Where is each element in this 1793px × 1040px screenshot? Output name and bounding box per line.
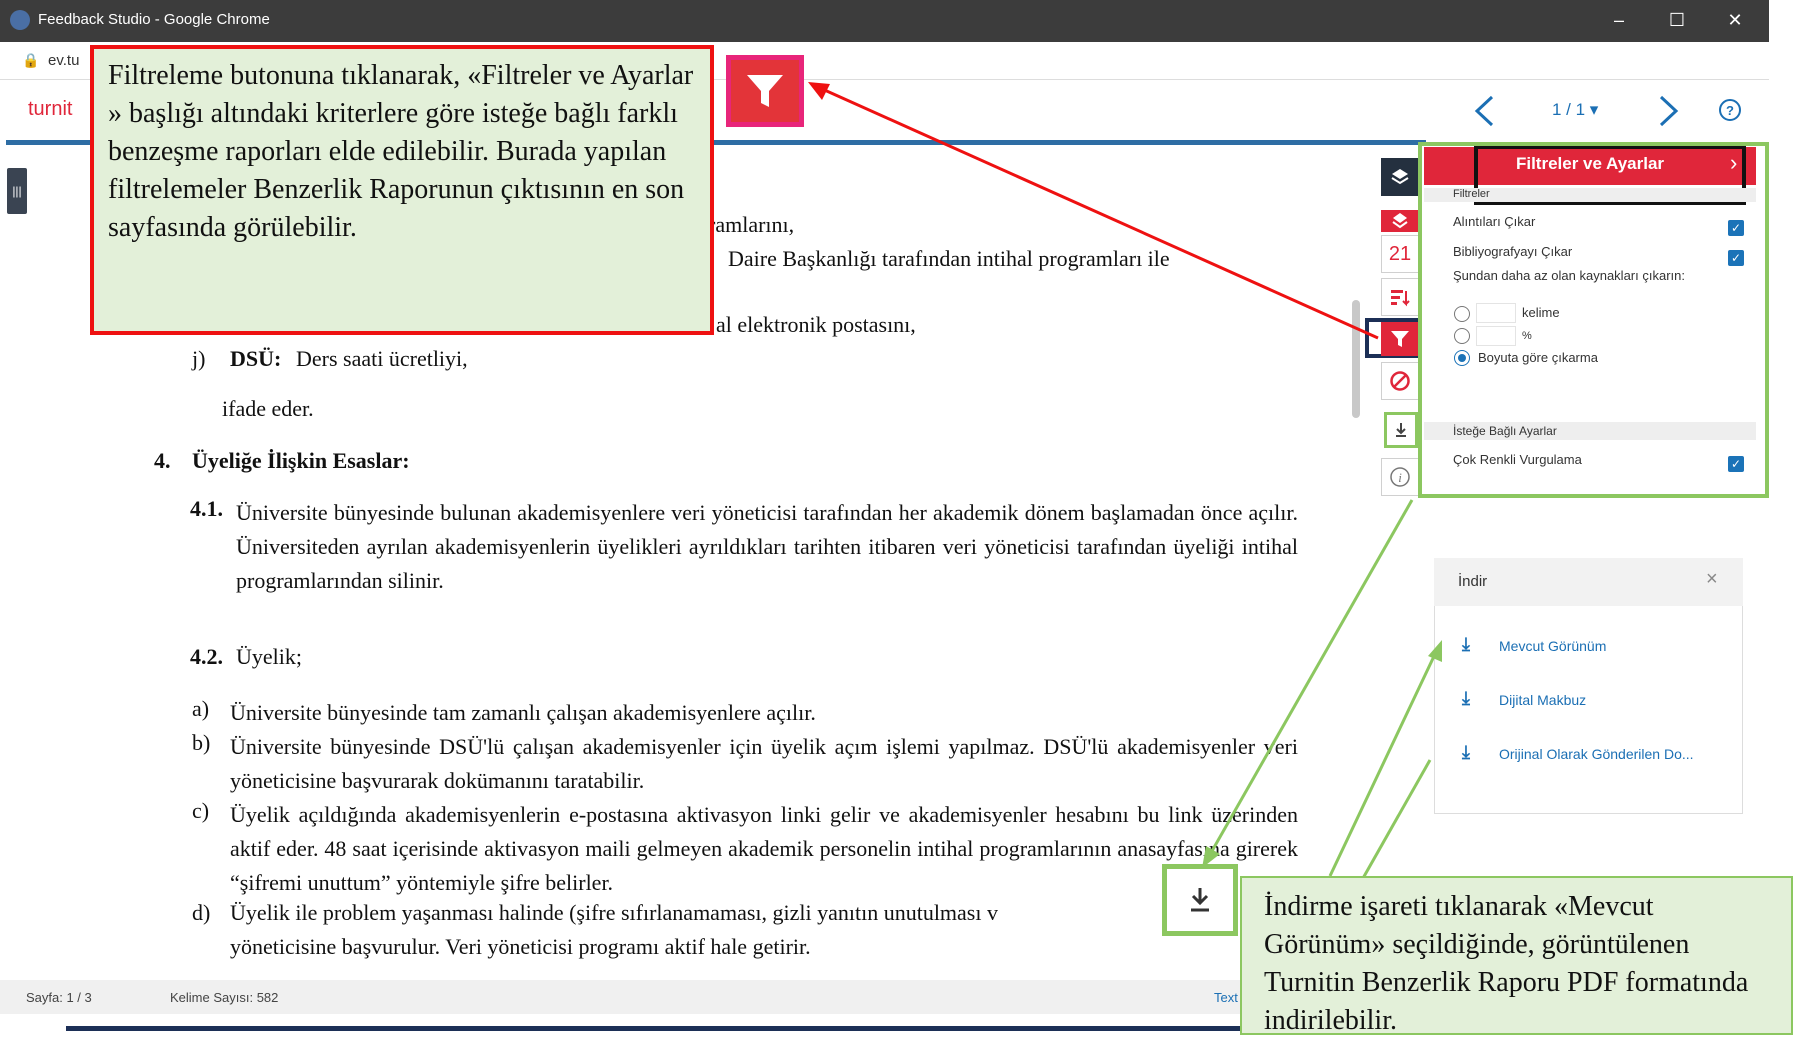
section-heading: Üyeliğe İlişkin Esaslar:	[192, 448, 410, 473]
filter-icon	[747, 75, 783, 107]
list-item-text: Üyelik açıldığında akademisyenlerin e-po…	[230, 802, 1298, 895]
download-panel-header: İndir ×	[1434, 558, 1743, 606]
match-overview-count[interactable]: 21	[1381, 235, 1419, 273]
next-page-icon[interactable]	[1657, 94, 1681, 128]
page-indicator[interactable]: 1 / 1 ▾	[1552, 100, 1598, 120]
list-letter: j)	[192, 346, 206, 371]
download-instruction-text: İndirme işareti tıklanarak «Mevcut Görün…	[1264, 891, 1749, 1036]
list-item: Üniversite bünyesinde DSÜ'lü çalışan aka…	[230, 730, 1298, 798]
close-icon[interactable]: ✕	[1718, 6, 1752, 34]
list-letter: a)	[192, 696, 210, 721]
download-icon: ⤓	[1462, 742, 1470, 762]
filters-panel-highlight	[1418, 142, 1769, 498]
download-icon: ⤓	[1462, 688, 1470, 708]
paragraph-number: 4.2.	[190, 644, 223, 669]
filter-instruction-text: Filtreleme butonuna tıklanarak, «Filtrel…	[108, 60, 694, 243]
exclude-sources-icon[interactable]	[1381, 362, 1419, 400]
download-instruction-callout: İndirme işareti tıklanarak «Mevcut Görün…	[1240, 876, 1793, 1036]
document-scrollbar[interactable]	[1352, 300, 1360, 418]
svg-text:?: ?	[1726, 103, 1734, 118]
filter-icon[interactable]	[1381, 322, 1419, 356]
download-close-icon[interactable]: ×	[1706, 568, 1718, 591]
download-icon: ⤓	[1462, 634, 1470, 654]
section-number: 4.	[154, 448, 171, 473]
paragraph-number: 4.1.	[190, 496, 223, 521]
status-bar: Sayfa: 1 / 3 Kelime Sayısı: 582 Text	[0, 980, 1430, 1014]
paragraph-4-1-text: Üniversite bünyesinde bulunan akademisye…	[236, 500, 1298, 593]
list-item-text: Üniversite bünyesinde DSÜ'lü çalışan aka…	[230, 734, 1298, 793]
chrome-app-icon	[10, 10, 30, 30]
minimize-icon[interactable]: –	[1602, 6, 1636, 34]
doc-text: ifade eder.	[222, 396, 314, 421]
floating-download-button[interactable]	[1162, 864, 1238, 936]
url-text[interactable]: ev.tu	[48, 52, 79, 69]
window-title: Feedback Studio - Google Chrome	[38, 11, 270, 28]
info-icon[interactable]: i	[1381, 458, 1419, 496]
list-item-text: Üniversite bünyesinde tam zamanlı çalışa…	[230, 700, 816, 725]
download-original-file[interactable]: Orijinal Olarak Gönderilen Do...	[1499, 746, 1694, 762]
layers-icon[interactable]	[1381, 158, 1419, 196]
filter-instruction-callout: Filtreleme butonuna tıklanarak, «Filtrel…	[90, 45, 714, 335]
download-current-view[interactable]: Mevcut Görünüm	[1499, 638, 1606, 654]
turnitin-logo: turnit	[28, 98, 73, 120]
list-item: Üniversite bünyesinde tam zamanlı çalışa…	[230, 696, 1298, 730]
download-arrow-icon	[1191, 888, 1209, 912]
previous-page-icon[interactable]	[1472, 94, 1496, 128]
list-item-text: yöneticisine başvurulur. Veri yöneticisi…	[230, 934, 811, 959]
doc-fragment: Daire Başkanlığı tarafından intihal prog…	[728, 246, 1170, 271]
paragraph-4-1: Üniversite bünyesinde bulunan akademisye…	[236, 496, 1298, 598]
list-letter: c)	[192, 798, 210, 823]
list-letter: b)	[192, 730, 211, 755]
all-sources-icon[interactable]	[1381, 278, 1419, 316]
term-bold: DSÜ:	[230, 346, 282, 371]
text-only-link[interactable]: Text	[1214, 990, 1238, 1005]
bottom-rule	[66, 1026, 1246, 1031]
download-tool-icon[interactable]	[1384, 412, 1418, 448]
list-letter: d)	[192, 900, 211, 925]
help-icon[interactable]: ?	[1718, 98, 1742, 122]
maximize-icon[interactable]: ☐	[1660, 6, 1694, 34]
page-count: Sayfa: 1 / 3	[26, 990, 92, 1005]
similarity-layer-icon[interactable]	[1381, 210, 1419, 232]
lock-icon: 🔒	[22, 52, 40, 68]
list-item: Üyelik açıldığında akademisyenlerin e-po…	[230, 798, 1298, 900]
filter-button-callout	[726, 55, 804, 127]
window-titlebar: Feedback Studio - Google Chrome – ☐ ✕	[0, 0, 1769, 42]
download-panel-title: İndir	[1458, 573, 1488, 590]
doc-fragment: al elektronik postasını,	[716, 312, 916, 337]
download-digital-receipt[interactable]: Dijital Makbuz	[1499, 692, 1586, 708]
word-count: Kelime Sayısı: 582	[170, 990, 279, 1005]
sidebar-toggle[interactable]: |||	[7, 168, 27, 214]
svg-text:i: i	[1398, 470, 1402, 485]
list-item-text: Üyelik ile problem yaşanması halinde (şi…	[230, 900, 998, 925]
paragraph-4-2-text: Üyelik;	[236, 644, 302, 669]
term-definition: Ders saati ücretliyi,	[296, 346, 468, 371]
